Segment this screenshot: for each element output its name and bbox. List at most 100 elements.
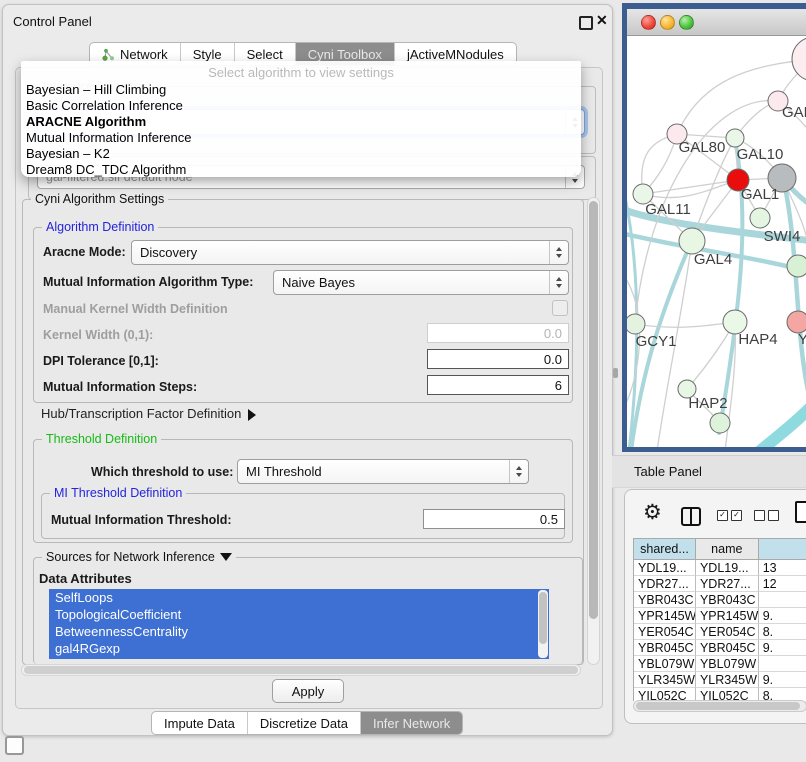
dropdown-item[interactable]: Bayesian – K2 xyxy=(21,146,581,162)
expanded-arrow-icon xyxy=(220,553,232,561)
dpi-tolerance-field[interactable]: 0.0 xyxy=(427,349,569,369)
tab-label: Cyni Toolbox xyxy=(308,47,382,62)
table-row[interactable]: YPR145WYPR145W9. xyxy=(634,608,806,624)
table-cell: 9. xyxy=(759,608,806,624)
sources-legend[interactable]: Sources for Network Inference xyxy=(42,550,236,564)
table-row[interactable]: YBR045CYBR045C9. xyxy=(634,640,806,656)
gear-icon[interactable]: ⚙ xyxy=(643,502,662,523)
panel-divider-grip[interactable] xyxy=(613,368,618,378)
dropdown-item[interactable]: Mutual Information Inference xyxy=(21,130,581,146)
attribute-item[interactable]: BetweennessCentrality xyxy=(49,623,549,640)
zoom-window-icon[interactable] xyxy=(679,15,694,30)
table-cell: YBR045C xyxy=(696,640,759,656)
mi-type-combo[interactable]: Naive Bayes xyxy=(273,270,569,295)
table-cell: YBR043C xyxy=(634,592,696,608)
mi-threshold-field[interactable]: 0.5 xyxy=(423,509,565,529)
kernel-width-field[interactable]: 0.0 xyxy=(427,323,569,343)
settings-vertical-scrollbar[interactable] xyxy=(587,197,600,665)
close-window-icon[interactable] xyxy=(641,15,656,30)
manual-kernel-label: Manual Kernel Width Definition xyxy=(43,302,228,316)
node-table: shared...nameYDL19...YDL19...13YDR27...Y… xyxy=(633,538,806,701)
hub-definition-label: Hub/Transcription Factor Definition xyxy=(41,406,241,421)
aracne-mode-label: Aracne Mode: xyxy=(43,245,126,259)
table-row[interactable]: YDR27...YDR27...12 xyxy=(634,576,806,592)
data-attributes-label: Data Attributes xyxy=(39,571,132,586)
data-attributes-list[interactable]: SelfLoopsTopologicalCoefficientBetweenne… xyxy=(49,589,549,659)
attribute-item[interactable]: SelfLoops xyxy=(49,589,549,606)
hub-definition-toggle[interactable]: Hub/Transcription Factor Definition xyxy=(41,406,256,421)
network-node-swi4[interactable] xyxy=(750,208,770,228)
network-node[interactable] xyxy=(792,37,806,81)
mi-threshold-label: Mutual Information Threshold: xyxy=(51,513,232,527)
column-header[interactable]: name xyxy=(696,539,759,560)
float-panel-icon[interactable] xyxy=(579,16,593,30)
table-header-row: shared...name xyxy=(634,539,806,560)
control-panel: Control Panel ✕ NetworkStyleSelectCyni T… xyxy=(2,4,613,736)
table-cell: YBR045C xyxy=(634,640,696,656)
minimized-panel-icon[interactable] xyxy=(5,736,24,755)
dropdown-item[interactable]: ARACNE Algorithm xyxy=(21,114,581,130)
aracne-mode-combo[interactable]: Discovery xyxy=(131,240,569,265)
table-row[interactable]: YBL079WYBL079W xyxy=(634,656,806,672)
network-node-gcy1[interactable] xyxy=(627,314,645,334)
dropdown-item[interactable]: Basic Correlation Inference xyxy=(21,98,581,114)
column-header[interactable]: shared... xyxy=(634,539,696,560)
table-row[interactable]: YBR043CYBR043C xyxy=(634,592,806,608)
network-edge[interactable] xyxy=(784,182,806,395)
tab-label: Infer Network xyxy=(373,716,450,731)
tab-label: Select xyxy=(247,47,283,62)
node-label: GAL4 xyxy=(694,251,732,268)
attribute-item[interactable]: gal4RGexp xyxy=(49,640,549,657)
network-window-titlebar[interactable] xyxy=(627,9,806,36)
split-columns-icon[interactable] xyxy=(681,507,701,526)
control-panel-title: Control Panel xyxy=(13,14,92,29)
node-label: GAL11 xyxy=(645,201,691,218)
table-cell xyxy=(759,656,806,672)
network-canvas[interactable]: GALGAL80GAL10GAL1GAL11SWI4GAL4GCY1HAP4YH… xyxy=(627,36,806,447)
file-icon[interactable] xyxy=(795,501,806,523)
network-edge[interactable] xyxy=(760,405,806,447)
column-header[interactable] xyxy=(759,539,806,560)
node-label: GAL80 xyxy=(679,139,726,156)
mi-type-value: Naive Bayes xyxy=(282,275,355,290)
manual-kernel-checkbox[interactable] xyxy=(552,300,568,316)
stepper-icon xyxy=(509,460,528,483)
network-edge[interactable] xyxy=(635,322,735,327)
checked-columns-icon[interactable]: ✓✓ xyxy=(717,510,742,521)
minimize-window-icon[interactable] xyxy=(660,15,675,30)
table-panel-title: Table Panel xyxy=(634,464,702,479)
attribute-item[interactable]: TopologicalCoefficient xyxy=(49,606,549,623)
table-row[interactable]: YDL19...YDL19...13 xyxy=(634,560,806,576)
stepper-icon xyxy=(549,241,568,264)
tab-label: jActiveMNodules xyxy=(407,47,504,62)
mi-threshold-legend: MI Threshold Definition xyxy=(50,486,186,500)
table-row[interactable]: YER054CYER054C8. xyxy=(634,624,806,640)
close-panel-icon[interactable]: ✕ xyxy=(596,12,608,29)
network-edge[interactable] xyxy=(643,180,738,194)
dropdown-item[interactable]: Dream8 DC_TDC Algorithm xyxy=(21,162,581,178)
apply-button[interactable]: Apply xyxy=(272,679,344,703)
tab-impute-data[interactable]: Impute Data xyxy=(152,712,248,734)
network-node-y[interactable] xyxy=(787,311,806,333)
table-row[interactable]: YLR345WYLR345W9. xyxy=(634,672,806,688)
table-cell: YBR043C xyxy=(696,592,759,608)
which-threshold-combo[interactable]: MI Threshold xyxy=(237,459,529,484)
table-cell: YLR345W xyxy=(696,672,759,688)
node-label: GAL xyxy=(782,104,806,121)
table-horizontal-scrollbar[interactable] xyxy=(633,700,806,712)
attributes-scrollbar[interactable] xyxy=(538,590,548,658)
network-window: GALGAL80GAL10GAL1GAL11SWI4GAL4GCY1HAP4YH… xyxy=(622,3,806,452)
network-node[interactable] xyxy=(787,255,806,277)
table-panel: ⚙ ✓✓ shared...nameYDL19...YDL19...13YDR2… xyxy=(624,489,806,724)
tab-infer-network[interactable]: Infer Network xyxy=(361,712,462,734)
settings-horizontal-scrollbar[interactable] xyxy=(21,664,581,676)
network-node[interactable] xyxy=(710,413,730,433)
unchecked-columns-icon[interactable] xyxy=(754,510,779,521)
network-graph[interactable]: GALGAL80GAL10GAL1GAL11SWI4GAL4GCY1HAP4YH… xyxy=(627,36,806,447)
node-label: GAL1 xyxy=(741,186,779,203)
table-cell xyxy=(759,592,806,608)
network-node-gal10[interactable] xyxy=(726,129,744,147)
tab-discretize-data[interactable]: Discretize Data xyxy=(248,712,361,734)
mi-steps-field[interactable]: 6 xyxy=(427,375,569,395)
dropdown-item[interactable]: Bayesian – Hill Climbing xyxy=(21,82,581,98)
